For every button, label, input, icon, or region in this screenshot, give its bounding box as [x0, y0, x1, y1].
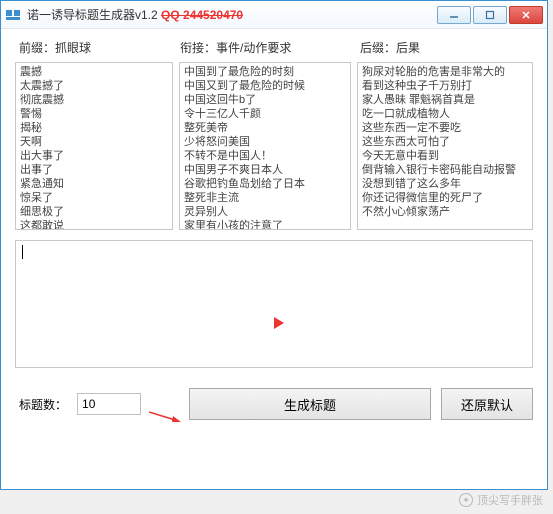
qq-number: QQ 244520470 — [161, 8, 243, 22]
list-item[interactable]: 出事了 — [20, 163, 168, 177]
minimize-button[interactable] — [437, 6, 471, 24]
list-item[interactable]: 没想到错了这么多年 — [362, 177, 528, 191]
list-item[interactable]: 不转不是中国人！ — [184, 149, 346, 163]
list-item[interactable]: 你还记得微信里的死尸了 — [362, 191, 528, 205]
generate-button[interactable]: 生成标题 — [189, 388, 431, 420]
maximize-button[interactable] — [473, 6, 507, 24]
list-item[interactable]: 中国到了最危险的时刻 — [184, 65, 346, 79]
red-arrow-annotation — [149, 408, 181, 424]
list-item[interactable]: 令十三亿人千颜 — [184, 107, 346, 121]
list-item[interactable]: 紧急通知 — [20, 177, 168, 191]
titlebar: 诺一诱导标题生成器v1.2 QQ 244520470 — [1, 1, 547, 29]
suffix-listbox[interactable]: 狗尿对轮胎的危害是非常大的看到这种虫子千万别打家人愚昧 罪魁祸首真是吃一口就成植… — [357, 62, 533, 230]
list-item[interactable]: 警惕 — [20, 107, 168, 121]
list-item[interactable]: 灵异别人 — [184, 205, 346, 219]
list-item[interactable]: 吃一口就成植物人 — [362, 107, 528, 121]
list-item[interactable]: 彻底震撼 — [20, 93, 168, 107]
list-item[interactable]: 整死美帝 — [184, 121, 346, 135]
play-marker-icon — [274, 317, 284, 329]
close-button[interactable] — [509, 6, 543, 24]
list-item[interactable]: 中国男子不爽日本人 — [184, 163, 346, 177]
list-item[interactable]: 揭秘 — [20, 121, 168, 135]
list-item[interactable]: 今天无意中看到 — [362, 149, 528, 163]
wechat-icon: ✦ — [459, 493, 473, 507]
list-item[interactable]: 不然小心倾家荡产 — [362, 205, 528, 219]
restore-button[interactable]: 还原默认 — [441, 388, 533, 420]
list-item[interactable]: 出大事了 — [20, 149, 168, 163]
list-item[interactable]: 这些东西太可怕了 — [362, 135, 528, 149]
output-textarea[interactable] — [15, 240, 533, 368]
list-item[interactable]: 少将怒问美国 — [184, 135, 346, 149]
list-item[interactable]: 看到这种虫子千万别打 — [362, 79, 528, 93]
list-item[interactable]: 倒背输入银行卡密码能自动报警 — [362, 163, 528, 177]
list-item[interactable]: 太震撼了 — [20, 79, 168, 93]
bridge-listbox[interactable]: 中国到了最危险的时刻中国又到了最危险的时候中国这回牛b了令十三亿人千颜整死美帝少… — [179, 62, 351, 230]
prefix-label: 前缀：抓眼球 — [15, 39, 180, 56]
window-title: 诺一诱导标题生成器v1.2 — [27, 8, 158, 22]
list-item[interactable]: 这都敢说 — [20, 219, 168, 230]
watermark: ✦ 顶尖写手胖张 — [459, 492, 543, 508]
bridge-label: 衔接：事件/动作要求 — [180, 39, 360, 56]
count-label: 标题数： — [19, 396, 67, 413]
list-item[interactable]: 这些东西一定不要吃 — [362, 121, 528, 135]
list-item[interactable]: 整死非主流 — [184, 191, 346, 205]
list-item[interactable]: 家里有小孩的注意了 — [184, 219, 346, 230]
list-item[interactable]: 天啊 — [20, 135, 168, 149]
prefix-listbox[interactable]: 震撼太震撼了彻底震撼警惕揭秘天啊出大事了出事了紧急通知惊呆了细思极了这都敢说哪个… — [15, 62, 173, 230]
list-item[interactable]: 震撼 — [20, 65, 168, 79]
list-item[interactable]: 惊呆了 — [20, 191, 168, 205]
count-input[interactable] — [77, 393, 141, 415]
suffix-label: 后缀：后果 — [360, 39, 533, 56]
text-caret — [22, 245, 23, 259]
app-icon — [5, 7, 21, 23]
list-item[interactable]: 谷歌把钓鱼岛划给了日本 — [184, 177, 346, 191]
list-item[interactable]: 细思极了 — [20, 205, 168, 219]
list-item[interactable]: 中国这回牛b了 — [184, 93, 346, 107]
list-item[interactable]: 狗尿对轮胎的危害是非常大的 — [362, 65, 528, 79]
list-item[interactable]: 中国又到了最危险的时候 — [184, 79, 346, 93]
list-item[interactable]: 家人愚昧 罪魁祸首真是 — [362, 93, 528, 107]
